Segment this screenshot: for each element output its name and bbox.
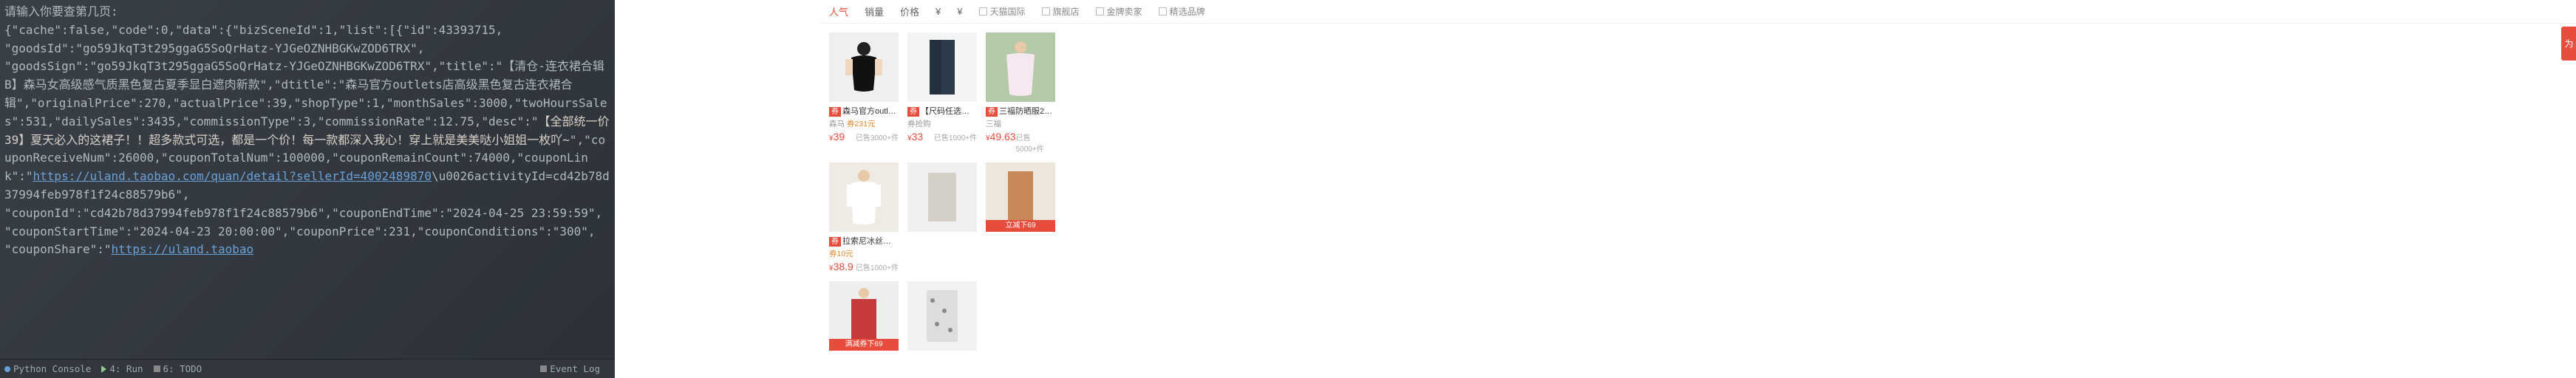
- checkbox-icon: [1159, 7, 1167, 16]
- product-sub: 森马 券231元: [829, 118, 899, 129]
- tab-sales[interactable]: 销量: [865, 4, 884, 18]
- product-title-text: 森马官方outlets连衣裙黑色…: [842, 107, 899, 116]
- filter-selected-brand-label: 精选品牌: [1170, 5, 1205, 18]
- footer-run[interactable]: 4: Run: [101, 362, 143, 376]
- product-card[interactable]: 券森马官方outlets连衣裙黑色… 森马 券231元 ¥39 已售3000+件: [829, 32, 899, 154]
- ide-footer: Python Console 4: Run 6: TODO Event Log: [0, 359, 615, 378]
- product-price: ¥38.9: [829, 261, 853, 272]
- product-image: [907, 162, 977, 232]
- product-card[interactable]: 券【尺码任选】中老年冰丝裤… 券抢购 ¥33 已售1000+件: [907, 32, 977, 154]
- console-json-preamble: {"cache":false,"code":0,"data":{"bizScen…: [4, 23, 607, 128]
- product-sold: 已售1000+件: [934, 131, 977, 142]
- coupon-badge: 券: [907, 107, 919, 117]
- product-price: ¥49.63: [986, 131, 1016, 142]
- console-link-1[interactable]: https://uland.taobao.com/quan/detail?sel…: [33, 169, 432, 183]
- coupon-badge: 券: [829, 107, 841, 117]
- todo-icon: [154, 365, 160, 372]
- shopping-panel: 人气 销量 价格 ¥ ¥ 天猫国际 旗舰店 金牌卖家 精选品牌 券森马官方out…: [820, 0, 2576, 378]
- product-price-row: ¥49.63 已售5000+件: [986, 131, 1055, 154]
- coupon-badge: 券: [986, 107, 998, 117]
- console-output: 请输入你要查第几页: {"cache":false,"code":0,"data…: [4, 3, 610, 259]
- filter-flagship[interactable]: 旗舰店: [1042, 5, 1080, 18]
- tab-price[interactable]: 价格: [900, 4, 919, 18]
- run-icon: [101, 365, 106, 373]
- product-price-row: ¥33 已售1000+件: [907, 131, 977, 142]
- currency-symbol-1: ¥: [936, 6, 941, 17]
- product-title: 券三福防晒服202新款夏季参…: [986, 105, 1055, 117]
- product-card[interactable]: 券拉索尼冰丝渔夫帽短袖防晒衣… 券10元 ¥38.9 已售1000+件: [829, 162, 899, 272]
- product-sub: 券10元: [829, 248, 899, 259]
- footer-python-console[interactable]: Python Console: [4, 362, 91, 376]
- product-price: ¥33: [907, 131, 923, 142]
- filter-gold-seller[interactable]: 金牌卖家: [1096, 5, 1142, 18]
- product-title-text: 三福防晒服202新款夏季参…: [999, 107, 1055, 116]
- sidebar-tag[interactable]: 为: [2561, 27, 2576, 61]
- event-log-icon: [540, 365, 547, 372]
- product-image: [907, 281, 977, 351]
- footer-todo-label: 6: TODO: [163, 362, 202, 376]
- product-title-text: 【尺码任选】中老年冰丝裤…: [921, 107, 977, 116]
- promo-strip: 立减下69: [986, 220, 1055, 232]
- product-image: [829, 32, 899, 102]
- filter-tmall-global[interactable]: 天猫国际: [979, 5, 1026, 18]
- filter-flagship-label: 旗舰店: [1053, 5, 1080, 18]
- product-sold: 已售5000+件: [1016, 131, 1055, 154]
- product-sold: 已售3000+件: [856, 131, 899, 142]
- product-card[interactable]: [907, 281, 977, 351]
- currency-symbol-2: ¥: [957, 6, 962, 17]
- product-image: [829, 162, 899, 232]
- product-title: 券拉索尼冰丝渔夫帽短袖防晒衣…: [829, 235, 899, 247]
- product-title: 券【尺码任选】中老年冰丝裤…: [907, 105, 977, 117]
- product-image: 满减券下69: [829, 281, 899, 351]
- promo-strip: 满减券下69: [829, 339, 899, 351]
- product-price-row: ¥39 已售3000+件: [829, 131, 899, 142]
- footer-python-console-label: Python Console: [13, 362, 91, 376]
- product-price-row: ¥38.9 已售1000+件: [829, 261, 899, 272]
- console-link-2[interactable]: https://uland.taobao: [112, 242, 254, 256]
- coupon-badge: 券: [829, 237, 841, 247]
- filter-tabs-row: 人气 销量 价格 ¥ ¥ 天猫国际 旗舰店 金牌卖家 精选品牌: [820, 0, 2576, 24]
- product-price: ¥39: [829, 131, 845, 142]
- product-title-text: 拉索尼冰丝渔夫帽短袖防晒衣…: [842, 237, 899, 246]
- tab-popularity[interactable]: 人气: [829, 4, 848, 18]
- products-grid: 券森马官方outlets连衣裙黑色… 森马 券231元 ¥39 已售3000+件…: [820, 24, 1138, 351]
- checkbox-icon: [1096, 7, 1104, 16]
- checkbox-icon: [979, 7, 987, 16]
- filter-selected-brand[interactable]: 精选品牌: [1159, 5, 1205, 18]
- product-sold: 已售1000+件: [856, 261, 899, 272]
- product-title: 券森马官方outlets连衣裙黑色…: [829, 105, 899, 117]
- filter-gold-seller-label: 金牌卖家: [1107, 5, 1142, 18]
- product-card[interactable]: [907, 162, 977, 272]
- gap-panel: [615, 0, 820, 378]
- product-sub: 券抢购: [907, 118, 977, 129]
- checkbox-icon: [1042, 7, 1050, 16]
- product-sub: 三福: [986, 118, 1055, 129]
- python-icon: [4, 366, 10, 372]
- console-prompt-line: 请输入你要查第几页:: [4, 4, 118, 18]
- footer-run-label: 4: Run: [109, 362, 143, 376]
- product-image: [907, 32, 977, 102]
- ide-console-panel: 请输入你要查第几页: {"cache":false,"code":0,"data…: [0, 0, 615, 378]
- product-image: [986, 32, 1055, 102]
- footer-todo[interactable]: 6: TODO: [154, 362, 202, 376]
- footer-event-log[interactable]: Event Log: [540, 362, 600, 376]
- product-card[interactable]: 立减下69: [986, 162, 1055, 272]
- footer-event-log-label: Event Log: [550, 362, 600, 376]
- product-card[interactable]: 满减券下69: [829, 281, 899, 351]
- product-card[interactable]: 券三福防晒服202新款夏季参… 三福 ¥49.63 已售5000+件: [986, 32, 1055, 154]
- product-image: 立减下69: [986, 162, 1055, 232]
- filter-tmall-global-label: 天猫国际: [990, 5, 1026, 18]
